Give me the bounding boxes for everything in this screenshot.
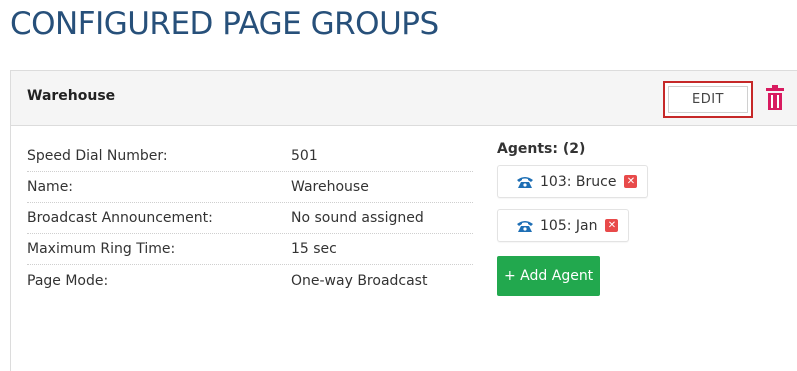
remove-icon[interactable]: ✕ <box>605 219 619 232</box>
details-table: Speed Dial Number: 501 Name: Warehouse B… <box>27 141 473 296</box>
detail-label: Page Mode: <box>27 272 109 289</box>
detail-row-speed-dial: Speed Dial Number: 501 <box>27 141 473 172</box>
detail-row-page-mode: Page Mode: One-way Broadcast <box>27 265 473 296</box>
detail-value: Warehouse <box>291 179 369 195</box>
remove-icon[interactable]: ✕ <box>624 175 638 188</box>
detail-value: One-way Broadcast <box>291 272 428 289</box>
agent-chip[interactable]: 105: Jan ✕ <box>497 209 630 242</box>
phone-icon <box>517 220 533 232</box>
agent-label: 103: Bruce <box>540 173 617 190</box>
detail-value: 15 sec <box>291 241 337 257</box>
page-group-title: Warehouse <box>27 88 116 104</box>
add-agent-button[interactable]: + Add Agent <box>497 256 601 296</box>
detail-row-max-ring-time: Maximum Ring Time: 15 sec <box>27 234 473 265</box>
detail-row-broadcast-announcement: Broadcast Announcement: No sound assigne… <box>27 203 473 234</box>
detail-value: 501 <box>291 148 318 164</box>
detail-value: No sound assigned <box>291 210 424 226</box>
agents-section: Agents: (2) 103: Bruce ✕ 105: Jan ✕ + Ad… <box>497 141 649 296</box>
agent-chip[interactable]: 103: Bruce ✕ <box>497 165 649 198</box>
agents-heading: Agents: (2) <box>497 141 586 157</box>
agent-row: 105: Jan ✕ <box>497 209 648 253</box>
agent-label: 105: Jan <box>540 217 598 234</box>
detail-label: Name: <box>27 179 74 195</box>
detail-label: Speed Dial Number: <box>27 148 168 164</box>
trash-icon[interactable] <box>765 85 785 111</box>
phone-icon <box>517 176 533 188</box>
detail-label: Maximum Ring Time: <box>27 241 176 257</box>
panel-header: Warehouse EDIT <box>11 71 797 126</box>
agent-row: 103: Bruce ✕ <box>497 165 649 209</box>
page-group-panel: Warehouse EDIT Speed Dial Number: 501 Na… <box>10 70 797 371</box>
edit-button-label: EDIT <box>668 86 748 113</box>
detail-row-name: Name: Warehouse <box>27 172 473 203</box>
edit-button[interactable]: EDIT <box>663 81 753 118</box>
detail-label: Broadcast Announcement: <box>27 210 213 226</box>
page-title: CONFIGURED PAGE GROUPS <box>10 6 439 42</box>
